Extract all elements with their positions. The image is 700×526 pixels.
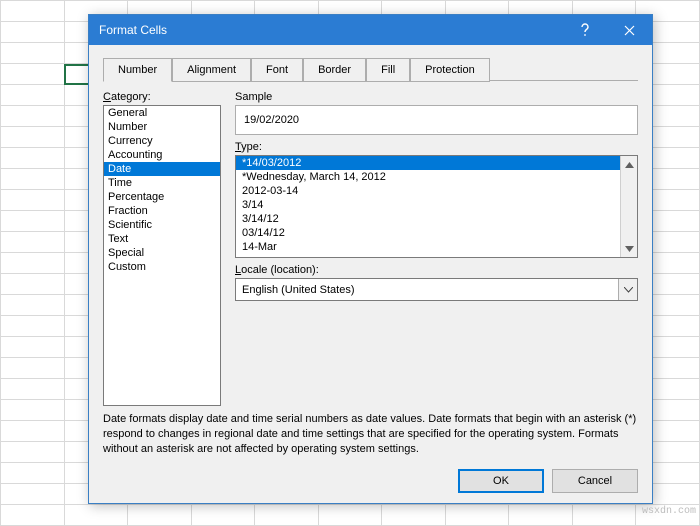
category-item[interactable]: Percentage (104, 190, 220, 204)
category-item[interactable]: Number (104, 120, 220, 134)
locale-value: English (United States) (242, 284, 355, 296)
category-label: Category: (103, 91, 221, 103)
type-item[interactable]: 3/14/12 (236, 212, 620, 226)
button-row: OK Cancel (103, 457, 638, 493)
locale-dropdown[interactable]: English (United States) (235, 278, 638, 301)
scroll-up-icon[interactable] (621, 156, 637, 173)
tab-font[interactable]: Font (251, 58, 303, 82)
titlebar[interactable]: Format Cells (89, 15, 652, 45)
locale-label: Locale (location): (235, 264, 638, 276)
description-text: Date formats display date and time seria… (103, 406, 638, 457)
category-item[interactable]: Date (104, 162, 220, 176)
category-item[interactable]: General (104, 106, 220, 120)
category-item[interactable]: Currency (104, 134, 220, 148)
category-item[interactable]: Fraction (104, 204, 220, 218)
tab-bar: NumberAlignmentFontBorderFillProtection (103, 57, 638, 81)
category-item[interactable]: Accounting (104, 148, 220, 162)
dialog-title: Format Cells (99, 23, 562, 37)
category-listbox[interactable]: GeneralNumberCurrencyAccountingDateTimeP… (103, 105, 221, 406)
tab-border[interactable]: Border (303, 58, 366, 82)
category-item[interactable]: Text (104, 232, 220, 246)
type-item[interactable]: 14-Mar (236, 240, 620, 254)
type-item[interactable]: *14/03/2012 (236, 156, 620, 170)
sample-value: 19/02/2020 (235, 105, 638, 135)
category-item[interactable]: Custom (104, 260, 220, 274)
type-label: Type: (235, 141, 638, 153)
watermark: wsxdn.com (642, 506, 696, 517)
category-item[interactable]: Scientific (104, 218, 220, 232)
scrollbar[interactable] (620, 156, 637, 257)
chevron-down-icon[interactable] (618, 279, 637, 300)
ok-button[interactable]: OK (458, 469, 544, 493)
type-item[interactable]: 2012-03-14 (236, 184, 620, 198)
scroll-down-icon[interactable] (621, 240, 637, 257)
type-item[interactable]: 03/14/12 (236, 226, 620, 240)
sample-label: Sample (235, 91, 638, 103)
close-icon[interactable] (607, 15, 652, 45)
help-icon[interactable] (562, 15, 607, 45)
category-item[interactable]: Special (104, 246, 220, 260)
tab-alignment[interactable]: Alignment (172, 58, 251, 82)
cancel-button[interactable]: Cancel (552, 469, 638, 493)
format-cells-dialog: Format Cells NumberAlignmentFontBorderFi… (88, 14, 653, 504)
tab-protection[interactable]: Protection (410, 58, 490, 82)
type-item[interactable]: 3/14 (236, 198, 620, 212)
category-item[interactable]: Time (104, 176, 220, 190)
tab-fill[interactable]: Fill (366, 58, 410, 82)
tab-number[interactable]: Number (103, 58, 172, 82)
type-listbox[interactable]: *14/03/2012*Wednesday, March 14, 2012201… (235, 155, 638, 258)
type-item[interactable]: *Wednesday, March 14, 2012 (236, 170, 620, 184)
